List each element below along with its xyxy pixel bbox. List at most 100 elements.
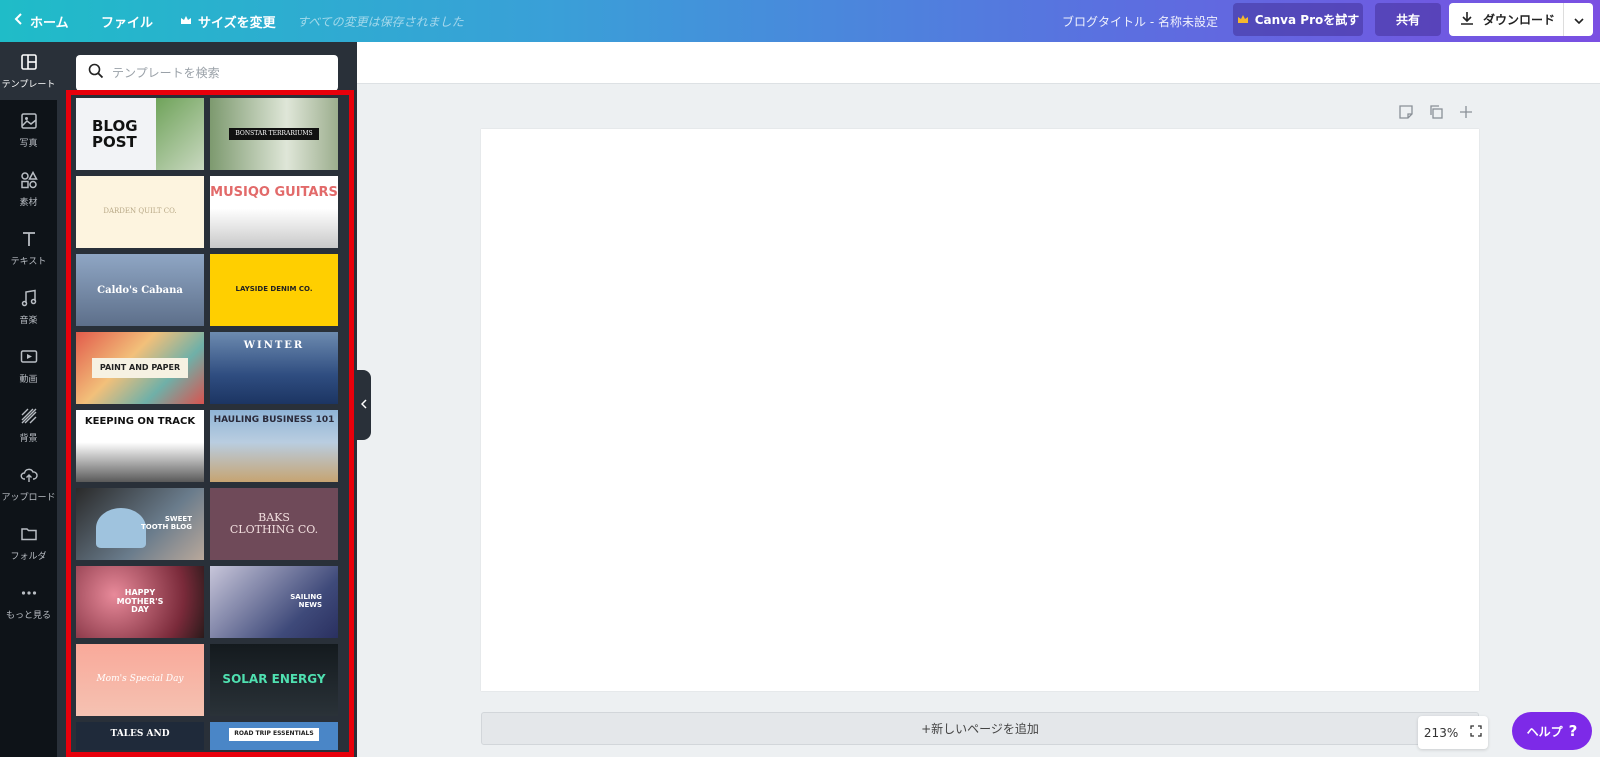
rail-item-video[interactable]: 動画 [0, 337, 57, 395]
music-icon [20, 289, 38, 310]
template-thumbnail-sweet-tooth[interactable]: SWEET TOOTH BLOG [76, 488, 204, 560]
zoom-level: 213% [1423, 725, 1459, 740]
rail-item-elements[interactable]: 素材 [0, 160, 57, 218]
rail-label: アップロード [1, 492, 56, 503]
rail-label: 動画 [19, 374, 38, 385]
template-title: HAULING BUSINESS 101 [213, 415, 335, 425]
rail-item-more[interactable]: もっと見る [0, 573, 57, 631]
more-icon [20, 584, 38, 605]
template-thumbnail-guitars[interactable]: MUSIQO GUITARS [210, 176, 338, 248]
template-thumbnail-road-trip[interactable]: ROAD TRIP ESSENTIALS [210, 722, 338, 750]
resize-button[interactable]: サイズを変更 [180, 0, 276, 42]
template-title: MUSIQO GUITARS [210, 185, 338, 200]
rail-label: 写真 [19, 138, 38, 149]
crown-icon [1237, 13, 1249, 27]
pro-label: Canva Proを試す [1254, 13, 1360, 27]
rail-item-music[interactable]: 音楽 [0, 278, 57, 336]
rail-label: テキスト [10, 256, 47, 267]
folder-icon [20, 525, 38, 546]
share-button[interactable]: 共有 [1375, 3, 1441, 36]
download-options-button[interactable] [1563, 3, 1593, 36]
help-button[interactable]: ヘルプ ? [1512, 712, 1592, 750]
rail-label: 音楽 [19, 315, 38, 326]
template-thumbnail-terrariums[interactable]: BONSTAR TERRARIUMS [210, 98, 338, 170]
fullscreen-icon[interactable] [1470, 725, 1482, 740]
rail-label: 背景 [19, 433, 38, 444]
upload-icon [20, 466, 38, 487]
template-thumbnail-paint-paper[interactable]: PAINT AND PAPER [76, 332, 204, 404]
help-label: ヘルプ [1526, 724, 1563, 739]
video-icon [20, 348, 38, 369]
template-title: ROAD TRIP ESSENTIALS [229, 728, 319, 741]
template-thumbnail-sailing[interactable]: SAILING NEWS [210, 566, 338, 638]
template-title: LAYSIDE DENIM CO. [235, 285, 313, 294]
elements-icon [20, 170, 38, 192]
template-title: WINTER [243, 340, 305, 351]
try-canva-pro-button[interactable]: Canva Proを試す [1233, 3, 1363, 36]
template-thumbnail-moms-day[interactable]: Mom's Special Day [76, 644, 204, 716]
rail-item-folder[interactable]: フォルダ [0, 514, 57, 572]
download-icon [1459, 10, 1475, 29]
template-thumbnail-hauling[interactable]: HAULING BUSINESS 101 [210, 410, 338, 482]
file-label: ファイル [101, 15, 154, 31]
crown-icon [180, 14, 192, 29]
template-grid: BLOG POST BONSTAR TERRARIUMS DARDEN QUIL… [76, 98, 342, 750]
collapse-panel-button[interactable] [357, 370, 371, 440]
template-thumbnail-keeping-track[interactable]: KEEPING ON TRACK [76, 410, 204, 482]
rail-label: もっと見る [5, 610, 51, 621]
duplicate-page-icon[interactable] [1428, 104, 1444, 124]
template-thumbnail-tales[interactable]: TALES AND [76, 722, 204, 750]
rail-item-text[interactable]: テキスト [0, 219, 57, 277]
save-status: すべての変更は保存されました [297, 14, 464, 29]
template-thumbnail-winter[interactable]: WINTER [210, 332, 338, 404]
template-thumbnail-denim[interactable]: LAYSIDE DENIM CO. [210, 254, 338, 326]
template-title: DARDEN QUILT CO. [103, 207, 177, 216]
search-icon [88, 63, 104, 83]
rail-label: 素材 [19, 197, 38, 208]
share-label: 共有 [1395, 13, 1420, 27]
template-title: Mom's Special Day [96, 674, 184, 685]
file-menu[interactable]: ファイル [101, 0, 153, 42]
template-thumbnail-baks[interactable]: BAKS CLOTHING CO. [210, 488, 338, 560]
home-button[interactable]: ホーム [14, 0, 69, 42]
rail-item-background[interactable]: 背景 [0, 396, 57, 454]
design-page[interactable] [481, 129, 1479, 691]
template-thumbnail-mothers-day[interactable]: HAPPY MOTHER'S DAY [76, 566, 204, 638]
template-title: Caldo's Cabana [97, 284, 183, 296]
template-title: KEEPING ON TRACK [84, 416, 196, 427]
template-title: NEWS [298, 601, 322, 609]
template-icon [20, 53, 38, 74]
photo-icon [20, 112, 38, 133]
zoom-control[interactable]: 213% [1418, 716, 1488, 749]
chevron-down-icon [1573, 13, 1584, 27]
home-label: ホーム [30, 15, 69, 31]
rail-label: フォルダ [10, 551, 47, 562]
template-title: BONSTAR TERRARIUMS [229, 127, 319, 141]
download-label: ダウンロード [1483, 13, 1556, 27]
question-icon: ? [1568, 722, 1578, 740]
template-thumbnail-cabana[interactable]: Caldo's Cabana [76, 254, 204, 326]
add-page-label: +新しいページを追加 [921, 722, 1039, 736]
rail-item-upload[interactable]: アップロード [0, 455, 57, 513]
template-title: TOOTH BLOG [141, 523, 192, 531]
add-new-page-button[interactable]: +新しいページを追加 [481, 712, 1479, 745]
document-title[interactable]: ブログタイトル - 名称未設定 [1062, 0, 1218, 42]
template-title: PAINT AND PAPER [91, 357, 189, 379]
download-button-group: ダウンロード [1449, 3, 1593, 36]
template-title: SOLAR ENERGY [222, 672, 326, 687]
template-thumbnail-blog-post[interactable]: BLOG POST [76, 98, 204, 170]
template-thumbnail-solar[interactable]: SOLAR ENERGY [210, 644, 338, 716]
top-bar: ホーム ファイル サイズを変更 すべての変更は保存されました ブログタイトル -… [0, 0, 1600, 42]
add-page-icon[interactable] [1458, 104, 1474, 124]
template-title: CLOTHING CO. [229, 523, 319, 536]
template-search-box[interactable] [76, 55, 338, 91]
note-icon[interactable] [1398, 104, 1414, 124]
template-search-input[interactable] [112, 66, 322, 80]
template-thumbnail-quilt[interactable]: DARDEN QUILT CO. [76, 176, 204, 248]
rail-label: テンプレート [1, 79, 56, 90]
download-button[interactable]: ダウンロード [1449, 3, 1563, 36]
rail-item-photos[interactable]: 写真 [0, 101, 57, 159]
resize-label: サイズを変更 [198, 15, 276, 31]
rail-item-templates[interactable]: テンプレート [0, 42, 57, 100]
background-icon [20, 407, 38, 428]
